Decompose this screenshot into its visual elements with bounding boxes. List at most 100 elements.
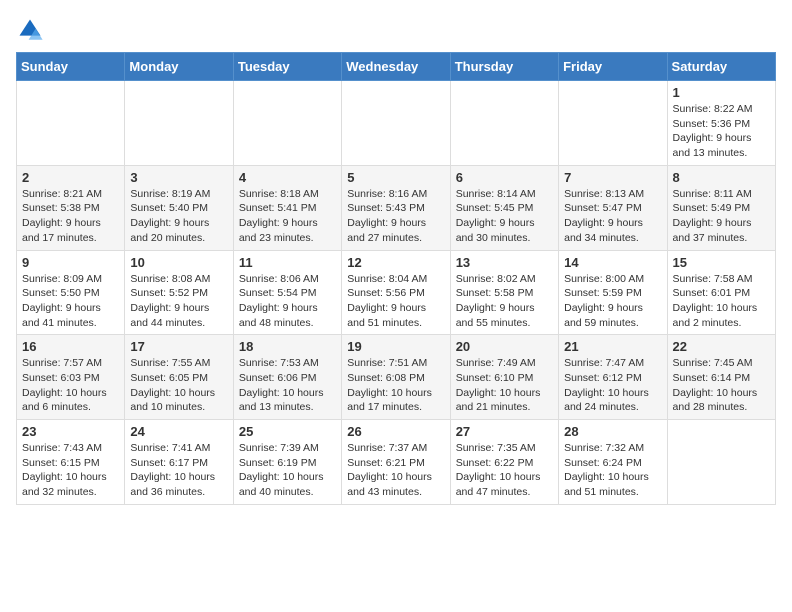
day-info: Sunrise: 7:43 AM Sunset: 6:15 PM Dayligh… <box>22 441 119 500</box>
day-number: 21 <box>564 339 661 354</box>
day-number: 12 <box>347 255 444 270</box>
day-number: 25 <box>239 424 336 439</box>
calendar-week-row: 1 Sunrise: 8:22 AM Sunset: 5:36 PM Daylig… <box>17 81 776 166</box>
calendar-header-thursday: Thursday <box>450 53 558 81</box>
day-info: Sunrise: 8:21 AM Sunset: 5:38 PM Dayligh… <box>22 187 119 246</box>
day-number: 10 <box>130 255 227 270</box>
calendar-cell: 17 Sunrise: 7:55 AM Sunset: 6:05 PM Dayli… <box>125 335 233 420</box>
day-info: Sunrise: 8:09 AM Sunset: 5:50 PM Dayligh… <box>22 272 119 331</box>
day-number: 4 <box>239 170 336 185</box>
calendar-cell: 13Sunrise: 8:02 AM Sunset: 5:58 PM Dayli… <box>450 250 558 335</box>
day-number: 7 <box>564 170 661 185</box>
day-info: Sunrise: 7:49 AM Sunset: 6:10 PM Dayligh… <box>456 356 553 415</box>
day-info: Sunrise: 8:11 AM Sunset: 5:49 PM Dayligh… <box>673 187 770 246</box>
day-number: 8 <box>673 170 770 185</box>
day-info: Sunrise: 8:14 AM Sunset: 5:45 PM Dayligh… <box>456 187 553 246</box>
calendar-cell: 22 Sunrise: 7:45 AM Sunset: 6:14 PM Dayli… <box>667 335 775 420</box>
calendar-header-tuesday: Tuesday <box>233 53 341 81</box>
day-info: Sunrise: 8:16 AM Sunset: 5:43 PM Dayligh… <box>347 187 444 246</box>
day-number: 6 <box>456 170 553 185</box>
calendar-header-sunday: Sunday <box>17 53 125 81</box>
day-number: 16 <box>22 339 119 354</box>
day-info: Sunrise: 7:35 AM Sunset: 6:22 PM Dayligh… <box>456 441 553 500</box>
day-info: Sunrise: 7:45 AM Sunset: 6:14 PM Dayligh… <box>673 356 770 415</box>
calendar-header-row: SundayMondayTuesdayWednesdayThursdayFrid… <box>17 53 776 81</box>
calendar-cell: 9 Sunrise: 8:09 AM Sunset: 5:50 PM Daylig… <box>17 250 125 335</box>
calendar: SundayMondayTuesdayWednesdayThursdayFrid… <box>16 52 776 505</box>
calendar-cell: 26 Sunrise: 7:37 AM Sunset: 6:21 PM Dayli… <box>342 420 450 505</box>
day-number: 24 <box>130 424 227 439</box>
logo-icon <box>16 16 44 44</box>
day-info: Sunrise: 7:39 AM Sunset: 6:19 PM Dayligh… <box>239 441 336 500</box>
calendar-cell: 10 Sunrise: 8:08 AM Sunset: 5:52 PM Dayli… <box>125 250 233 335</box>
calendar-cell: 2 Sunrise: 8:21 AM Sunset: 5:38 PM Daylig… <box>17 165 125 250</box>
calendar-cell: 24 Sunrise: 7:41 AM Sunset: 6:17 PM Dayli… <box>125 420 233 505</box>
calendar-cell: 7 Sunrise: 8:13 AM Sunset: 5:47 PM Daylig… <box>559 165 667 250</box>
calendar-cell <box>667 420 775 505</box>
day-number: 13 <box>456 255 553 270</box>
calendar-week-row: 16 Sunrise: 7:57 AM Sunset: 6:03 PM Dayli… <box>17 335 776 420</box>
day-number: 3 <box>130 170 227 185</box>
day-number: 23 <box>22 424 119 439</box>
calendar-cell: 15 Sunrise: 7:58 AM Sunset: 6:01 PM Dayli… <box>667 250 775 335</box>
day-number: 19 <box>347 339 444 354</box>
calendar-cell: 11 Sunrise: 8:06 AM Sunset: 5:54 PM Dayli… <box>233 250 341 335</box>
calendar-cell <box>125 81 233 166</box>
calendar-cell: 18 Sunrise: 7:53 AM Sunset: 6:06 PM Dayli… <box>233 335 341 420</box>
calendar-header-saturday: Saturday <box>667 53 775 81</box>
day-info: Sunrise: 8:22 AM Sunset: 5:36 PM Dayligh… <box>673 102 770 161</box>
calendar-cell: 20Sunrise: 7:49 AM Sunset: 6:10 PM Dayli… <box>450 335 558 420</box>
day-info: Sunrise: 8:13 AM Sunset: 5:47 PM Dayligh… <box>564 187 661 246</box>
day-number: 28 <box>564 424 661 439</box>
day-number: 15 <box>673 255 770 270</box>
calendar-cell: 16 Sunrise: 7:57 AM Sunset: 6:03 PM Dayli… <box>17 335 125 420</box>
calendar-cell: 14 Sunrise: 8:00 AM Sunset: 5:59 PM Dayli… <box>559 250 667 335</box>
calendar-cell: 19 Sunrise: 7:51 AM Sunset: 6:08 PM Dayli… <box>342 335 450 420</box>
calendar-cell: 3 Sunrise: 8:19 AM Sunset: 5:40 PM Daylig… <box>125 165 233 250</box>
calendar-cell: 1 Sunrise: 8:22 AM Sunset: 5:36 PM Daylig… <box>667 81 775 166</box>
calendar-cell: 28 Sunrise: 7:32 AM Sunset: 6:24 PM Dayli… <box>559 420 667 505</box>
day-info: Sunrise: 7:57 AM Sunset: 6:03 PM Dayligh… <box>22 356 119 415</box>
day-info: Sunrise: 7:58 AM Sunset: 6:01 PM Dayligh… <box>673 272 770 331</box>
calendar-cell: 27 Sunrise: 7:35 AM Sunset: 6:22 PM Dayli… <box>450 420 558 505</box>
logo <box>16 16 46 44</box>
calendar-week-row: 23 Sunrise: 7:43 AM Sunset: 6:15 PM Dayli… <box>17 420 776 505</box>
day-info: Sunrise: 8:19 AM Sunset: 5:40 PM Dayligh… <box>130 187 227 246</box>
day-info: Sunrise: 7:37 AM Sunset: 6:21 PM Dayligh… <box>347 441 444 500</box>
calendar-week-row: 9 Sunrise: 8:09 AM Sunset: 5:50 PM Daylig… <box>17 250 776 335</box>
day-info: Sunrise: 8:04 AM Sunset: 5:56 PM Dayligh… <box>347 272 444 331</box>
day-number: 1 <box>673 85 770 100</box>
calendar-cell <box>342 81 450 166</box>
day-info: Sunrise: 8:00 AM Sunset: 5:59 PM Dayligh… <box>564 272 661 331</box>
calendar-cell: 25 Sunrise: 7:39 AM Sunset: 6:19 PM Dayli… <box>233 420 341 505</box>
calendar-header-friday: Friday <box>559 53 667 81</box>
day-number: 5 <box>347 170 444 185</box>
day-number: 9 <box>22 255 119 270</box>
day-number: 26 <box>347 424 444 439</box>
day-info: Sunrise: 7:32 AM Sunset: 6:24 PM Dayligh… <box>564 441 661 500</box>
header <box>16 16 776 44</box>
calendar-cell: 6 Sunrise: 8:14 AM Sunset: 5:45 PM Daylig… <box>450 165 558 250</box>
calendar-cell: 21 Sunrise: 7:47 AM Sunset: 6:12 PM Dayli… <box>559 335 667 420</box>
day-info: Sunrise: 7:47 AM Sunset: 6:12 PM Dayligh… <box>564 356 661 415</box>
calendar-cell: 4Sunrise: 8:18 AM Sunset: 5:41 PM Daylig… <box>233 165 341 250</box>
calendar-week-row: 2 Sunrise: 8:21 AM Sunset: 5:38 PM Daylig… <box>17 165 776 250</box>
day-info: Sunrise: 7:51 AM Sunset: 6:08 PM Dayligh… <box>347 356 444 415</box>
calendar-cell: 5 Sunrise: 8:16 AM Sunset: 5:43 PM Daylig… <box>342 165 450 250</box>
day-info: Sunrise: 7:41 AM Sunset: 6:17 PM Dayligh… <box>130 441 227 500</box>
day-number: 11 <box>239 255 336 270</box>
day-number: 2 <box>22 170 119 185</box>
day-info: Sunrise: 7:55 AM Sunset: 6:05 PM Dayligh… <box>130 356 227 415</box>
day-number: 17 <box>130 339 227 354</box>
day-number: 27 <box>456 424 553 439</box>
day-info: Sunrise: 8:08 AM Sunset: 5:52 PM Dayligh… <box>130 272 227 331</box>
calendar-cell <box>450 81 558 166</box>
calendar-cell: 12 Sunrise: 8:04 AM Sunset: 5:56 PM Dayli… <box>342 250 450 335</box>
calendar-header-monday: Monday <box>125 53 233 81</box>
day-number: 14 <box>564 255 661 270</box>
day-info: Sunrise: 7:53 AM Sunset: 6:06 PM Dayligh… <box>239 356 336 415</box>
day-number: 18 <box>239 339 336 354</box>
day-info: Sunrise: 8:06 AM Sunset: 5:54 PM Dayligh… <box>239 272 336 331</box>
day-number: 22 <box>673 339 770 354</box>
calendar-cell <box>17 81 125 166</box>
